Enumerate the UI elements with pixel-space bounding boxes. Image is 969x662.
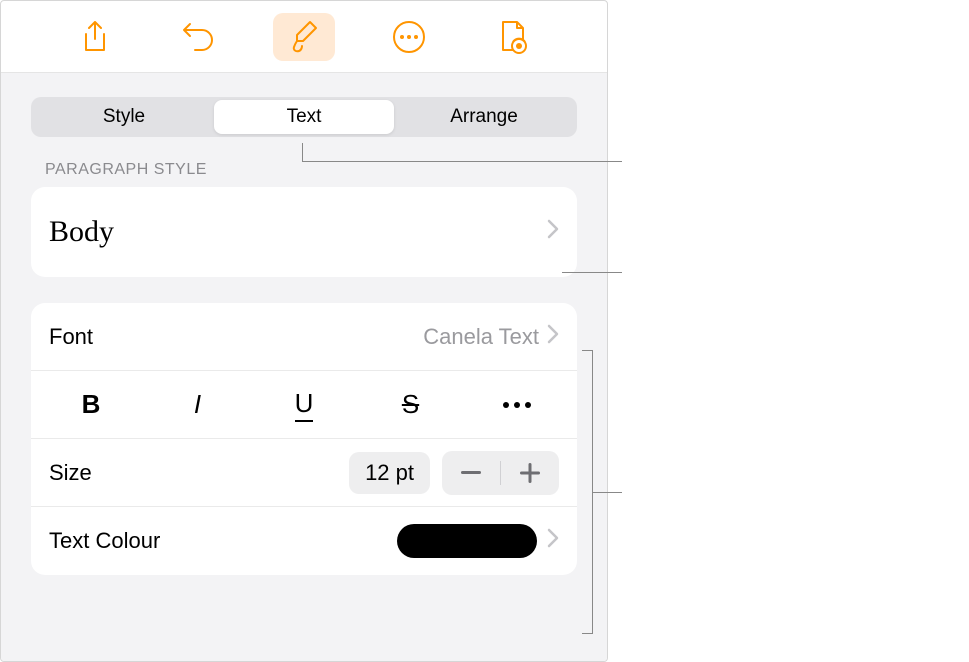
size-decrease-button[interactable] bbox=[442, 451, 500, 495]
size-label: Size bbox=[49, 460, 92, 486]
chevron-right-icon bbox=[547, 528, 559, 554]
panel-content: Style Text Arrange PARAGRAPH STYLE Body bbox=[1, 73, 607, 661]
paragraph-style-card: Body bbox=[31, 187, 577, 277]
size-row: Size 12 pt bbox=[31, 439, 577, 507]
format-brush-button[interactable] bbox=[273, 13, 335, 61]
format-panel: Style Text Arrange PARAGRAPH STYLE Body bbox=[0, 0, 608, 662]
text-colour-label: Text Colour bbox=[49, 528, 160, 554]
strikethrough-button[interactable]: S bbox=[371, 383, 451, 427]
paragraph-style-row[interactable]: Body bbox=[31, 187, 577, 277]
format-brush-icon bbox=[289, 20, 319, 54]
font-value: Canela Text bbox=[423, 324, 539, 350]
italic-glyph: I bbox=[194, 389, 201, 420]
format-tabs: Style Text Arrange bbox=[31, 97, 577, 137]
document-options-button[interactable] bbox=[482, 13, 544, 61]
tab-arrange[interactable]: Arrange bbox=[394, 100, 574, 134]
share-icon bbox=[82, 21, 108, 53]
minus-icon bbox=[461, 471, 481, 475]
font-row[interactable]: Font Canela Text bbox=[31, 303, 577, 371]
paragraph-style-value: Body bbox=[49, 215, 114, 249]
italic-button[interactable]: I bbox=[158, 383, 238, 427]
undo-button[interactable] bbox=[168, 13, 230, 61]
more-icon bbox=[503, 402, 531, 408]
plus-icon bbox=[520, 463, 540, 483]
document-options-icon bbox=[499, 20, 527, 54]
chevron-right-icon bbox=[547, 219, 559, 245]
bold-glyph: B bbox=[82, 389, 101, 420]
tab-style[interactable]: Style bbox=[34, 100, 214, 134]
text-more-button[interactable] bbox=[477, 383, 557, 427]
tab-label: Text bbox=[287, 106, 322, 128]
size-increase-button[interactable] bbox=[501, 451, 559, 495]
undo-icon bbox=[182, 22, 216, 52]
font-style-row: B I U S bbox=[31, 371, 577, 439]
font-label: Font bbox=[49, 324, 93, 350]
size-value[interactable]: 12 pt bbox=[349, 452, 430, 494]
tab-label: Style bbox=[103, 106, 145, 128]
toolbar-more-button[interactable] bbox=[378, 13, 440, 61]
text-colour-swatch[interactable] bbox=[397, 524, 537, 558]
tab-text[interactable]: Text bbox=[214, 100, 394, 134]
more-icon bbox=[392, 20, 426, 54]
chevron-right-icon bbox=[547, 324, 559, 350]
share-button[interactable] bbox=[64, 13, 126, 61]
top-toolbar bbox=[1, 1, 607, 73]
underline-button[interactable]: U bbox=[264, 383, 344, 427]
underline-glyph: U bbox=[295, 388, 314, 422]
text-colour-row[interactable]: Text Colour bbox=[31, 507, 577, 575]
strikethrough-glyph: S bbox=[402, 389, 419, 420]
size-stepper bbox=[442, 451, 559, 495]
text-format-card: Font Canela Text B I U S bbox=[31, 303, 577, 575]
bold-button[interactable]: B bbox=[51, 383, 131, 427]
paragraph-style-section-label: PARAGRAPH STYLE bbox=[45, 161, 577, 179]
tab-label: Arrange bbox=[450, 106, 518, 128]
